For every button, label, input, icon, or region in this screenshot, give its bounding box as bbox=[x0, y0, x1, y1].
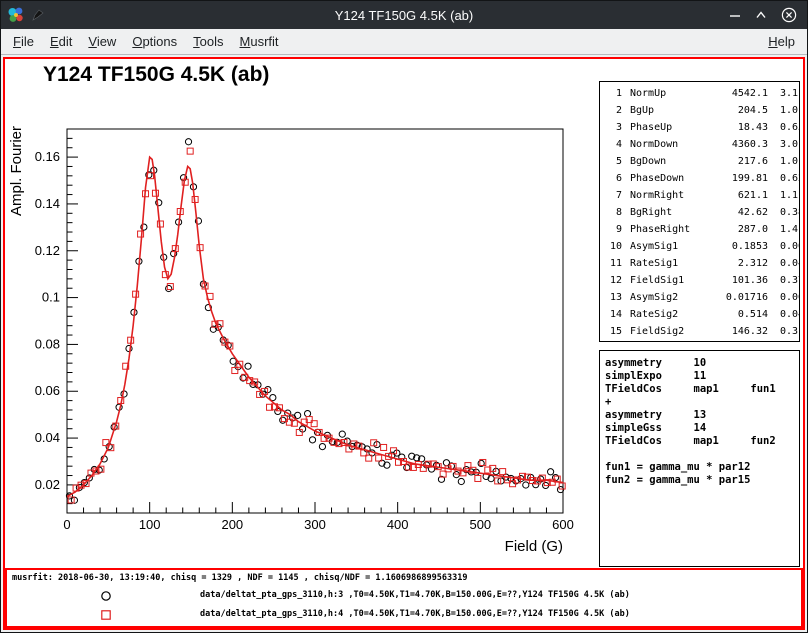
window-controls bbox=[729, 7, 797, 23]
square-marker-icon bbox=[99, 608, 113, 622]
svg-text:500: 500 bbox=[469, 517, 491, 532]
root-canvas: Y124 TF150G 4.5K (ab) 0 100 200 300 400 500 60… bbox=[3, 57, 805, 630]
svg-text:0.02: 0.02 bbox=[35, 477, 60, 492]
param-row: 11RateSig12.3120.043 bbox=[604, 255, 799, 272]
menubar: File Edit View Options Tools Musrfit Hel… bbox=[1, 29, 807, 55]
close-button[interactable] bbox=[781, 7, 797, 23]
param-row: 6PhaseDown199.810.62 bbox=[604, 170, 799, 187]
param-row: 8BgRight42.620.38 bbox=[604, 204, 799, 221]
theory-line: simpleGss 14 bbox=[605, 422, 799, 435]
svg-text:300: 300 bbox=[304, 517, 326, 532]
menu-item-tools[interactable]: Tools bbox=[185, 29, 231, 54]
theory-line: + bbox=[605, 396, 799, 409]
svg-text:0.06: 0.06 bbox=[35, 383, 60, 398]
param-row: 12FieldSig1101.360.37 bbox=[604, 272, 799, 289]
menu-item-file[interactable]: File bbox=[5, 29, 42, 54]
svg-text:400: 400 bbox=[387, 517, 409, 532]
menu-item-edit[interactable]: Edit bbox=[42, 29, 80, 54]
theory-line bbox=[605, 448, 799, 461]
svg-text:0.04: 0.04 bbox=[35, 430, 60, 445]
param-row: 3PhaseUp18.430.65 bbox=[604, 119, 799, 136]
legend-entry: data/deltat_pta_gps_3110,h:3 ,T0=4.50K,T… bbox=[7, 587, 801, 605]
param-row: 2BgUp204.51.0 bbox=[604, 102, 799, 119]
theory-line: TFieldCos map1 fun1 bbox=[605, 383, 799, 396]
svg-text:0.14: 0.14 bbox=[35, 196, 60, 211]
svg-text:200: 200 bbox=[221, 517, 243, 532]
theory-line: fun2 = gamma_mu * par15 bbox=[605, 474, 799, 487]
param-row: 15FieldSig2146.320.31 bbox=[604, 323, 799, 340]
param-row: 10AsymSig10.18530.0028 bbox=[604, 238, 799, 255]
theory-line: simplExpo 11 bbox=[605, 370, 799, 383]
titlebar[interactable]: Y124 TF150G 4.5K (ab) bbox=[1, 1, 807, 29]
svg-text:100: 100 bbox=[139, 517, 161, 532]
window-title: Y124 TF150G 4.5K (ab) bbox=[1, 8, 807, 23]
close-icon bbox=[781, 7, 797, 23]
param-row: 7NormRight621.11.1 bbox=[604, 187, 799, 204]
maximize-button[interactable] bbox=[755, 9, 767, 21]
maximize-icon bbox=[755, 9, 767, 21]
fourier-plot[interactable]: 0 100 200 300 400 500 600 0.02 0.04 0.06 0.08 0.1 0.… bbox=[5, 109, 585, 561]
menu-item-help[interactable]: Help bbox=[760, 29, 803, 54]
legend-entry: data/deltat_pta_gps_3110,h:4 ,T0=4.50K,T… bbox=[7, 606, 801, 624]
param-row: 13AsymSig20.017160.00098 bbox=[604, 289, 799, 306]
menu-item-view[interactable]: View bbox=[80, 29, 124, 54]
svg-text:0.08: 0.08 bbox=[35, 336, 60, 351]
legend-label: data/deltat_pta_gps_3110,h:4 ,T0=4.50K,T… bbox=[200, 609, 630, 619]
plot-title: Y124 TF150G 4.5K (ab) bbox=[43, 63, 269, 87]
svg-text:Ampl. Fourier: Ampl. Fourier bbox=[8, 126, 25, 216]
legend-label: data/deltat_pta_gps_3110,h:3 ,T0=4.50K,T… bbox=[200, 590, 630, 600]
menu-item-options[interactable]: Options bbox=[124, 29, 185, 54]
application-window: Y124 TF150G 4.5K (ab) Fil bbox=[0, 0, 808, 633]
minimize-icon bbox=[729, 9, 741, 21]
fit-parameter-box[interactable]: 1NormUp4542.13.12BgUp204.51.03PhaseUp18.… bbox=[599, 81, 800, 342]
app-icon bbox=[7, 6, 25, 24]
param-row: 9PhaseRight287.01.4 bbox=[604, 221, 799, 238]
svg-text:0.16: 0.16 bbox=[35, 149, 60, 164]
svg-text:0: 0 bbox=[63, 517, 70, 532]
circle-marker-icon bbox=[99, 589, 113, 603]
menu-item-musrfit[interactable]: Musrfit bbox=[232, 29, 287, 54]
svg-text:600: 600 bbox=[552, 517, 574, 532]
param-row: 4NormDown4360.33.0 bbox=[604, 136, 799, 153]
theory-line: asymmetry 10 bbox=[605, 357, 799, 370]
theory-line: asymmetry 13 bbox=[605, 409, 799, 422]
pin-icon[interactable] bbox=[31, 8, 45, 22]
svg-text:0.12: 0.12 bbox=[35, 243, 60, 258]
legend-pad: musrfit: 2018-06-30, 13:19:40, chisq = 1… bbox=[5, 568, 803, 628]
svg-text:0.1: 0.1 bbox=[42, 290, 60, 305]
svg-text:Field (G): Field (G) bbox=[505, 538, 563, 555]
theory-line: TFieldCos map1 fun2 bbox=[605, 435, 799, 448]
plot-pad: Y124 TF150G 4.5K (ab) 0 100 200 300 400 500 60… bbox=[5, 59, 803, 568]
theory-line: fun1 = gamma_mu * par12 bbox=[605, 461, 799, 474]
minimize-button[interactable] bbox=[729, 9, 741, 21]
param-row: 1NormUp4542.13.1 bbox=[604, 85, 799, 102]
param-row: 14RateSig20.5140.045 bbox=[604, 306, 799, 323]
theory-function-box[interactable]: asymmetry 10simplExpo 11TFieldCos map1 f… bbox=[599, 350, 800, 567]
param-row: 5BgDown217.61.0 bbox=[604, 153, 799, 170]
fit-info-line: musrfit: 2018-06-30, 13:19:40, chisq = 1… bbox=[12, 573, 467, 583]
